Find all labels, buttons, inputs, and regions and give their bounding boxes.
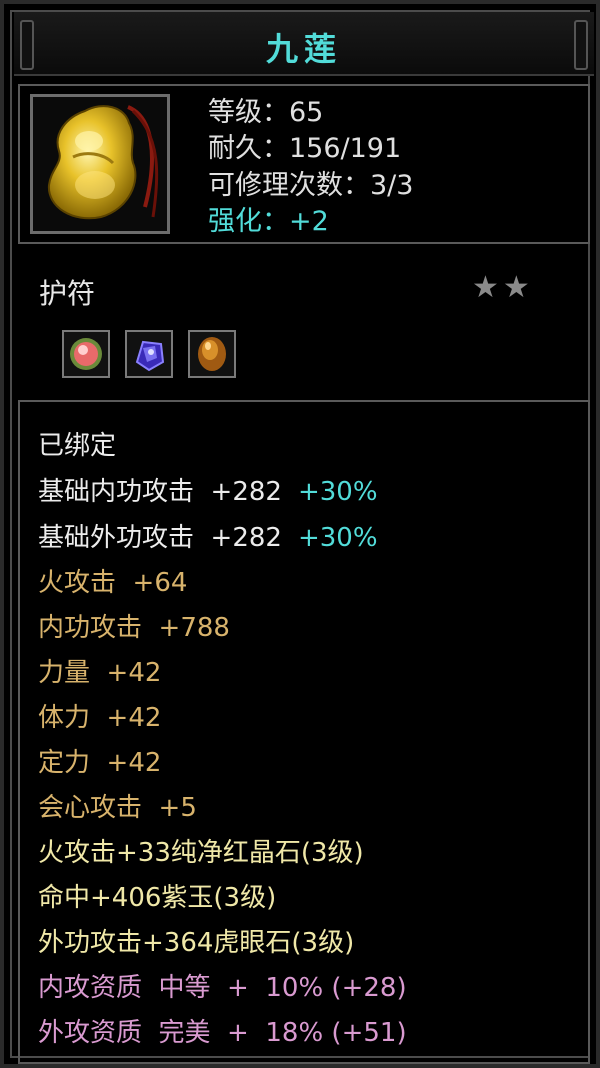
attr-base-outer-attack: 基础外功攻击 +282 +30% [38, 520, 378, 556]
item-enhance-level: 强化：+2 [208, 206, 329, 237]
gem-bonus-2: 命中+406紫玉(3级) [38, 883, 277, 913]
item-type: 护符 [39, 277, 96, 310]
attr-constitution: 体力 +42 [38, 703, 162, 733]
item-name: 九莲 [265, 30, 342, 68]
jade-pendant-icon [47, 105, 159, 220]
title-bar: 九莲 [14, 12, 594, 76]
attr-strength: 力量 +42 [38, 658, 162, 688]
attr-inner-attack: 内功攻击 +788 [38, 613, 230, 643]
item-icon-frame [30, 94, 170, 234]
quality-outer-attack: 外攻资质 完美 + 18% (+51) [38, 1018, 407, 1048]
attr-critical: 会心攻击 +5 [38, 793, 197, 823]
attr-base-outer-attack-bonus: +30% [297, 523, 378, 553]
tiger-eye-gem-icon [198, 337, 226, 371]
attr-base-inner-attack-bonus: +30% [297, 477, 378, 507]
item-durability: 耐久：156/191 [208, 133, 402, 164]
attr-base-inner-attack: 基础内功攻击 +282 +30% [38, 474, 378, 510]
quality-inner-attack: 内攻资质 中等 + 10% (+28) [38, 973, 407, 1003]
gem-bonus-1: 火攻击+33纯净红晶石(3级) [38, 838, 364, 868]
bound-status: 已绑定 [38, 431, 117, 461]
item-level: 等级：65 [208, 97, 324, 128]
item-tooltip: 九莲 等级：65 耐久：156/191 可修理次数：3/3 强化：+2 护符 ★… [0, 0, 600, 1068]
purple-jade-gem-icon [135, 340, 165, 372]
gem-socket-2[interactable] [125, 330, 173, 378]
gem-socket-3[interactable] [188, 330, 236, 378]
gem-socket-1[interactable] [62, 330, 110, 378]
attr-fire-attack: 火攻击 +64 [38, 568, 188, 598]
item-header-panel: 等级：65 耐久：156/191 可修理次数：3/3 强化：+2 [18, 84, 590, 244]
attr-base-inner-attack-value: 基础内功攻击 +282 [38, 477, 282, 507]
star-rating: ★★ [472, 270, 534, 305]
item-repair-count: 可修理次数：3/3 [208, 170, 414, 201]
attr-base-outer-attack-value: 基础外功攻击 +282 [38, 523, 282, 553]
attr-focus: 定力 +42 [38, 748, 162, 778]
red-crystal-gem-icon [70, 338, 102, 370]
gem-bonus-3: 外功攻击+364虎眼石(3级) [38, 928, 355, 958]
